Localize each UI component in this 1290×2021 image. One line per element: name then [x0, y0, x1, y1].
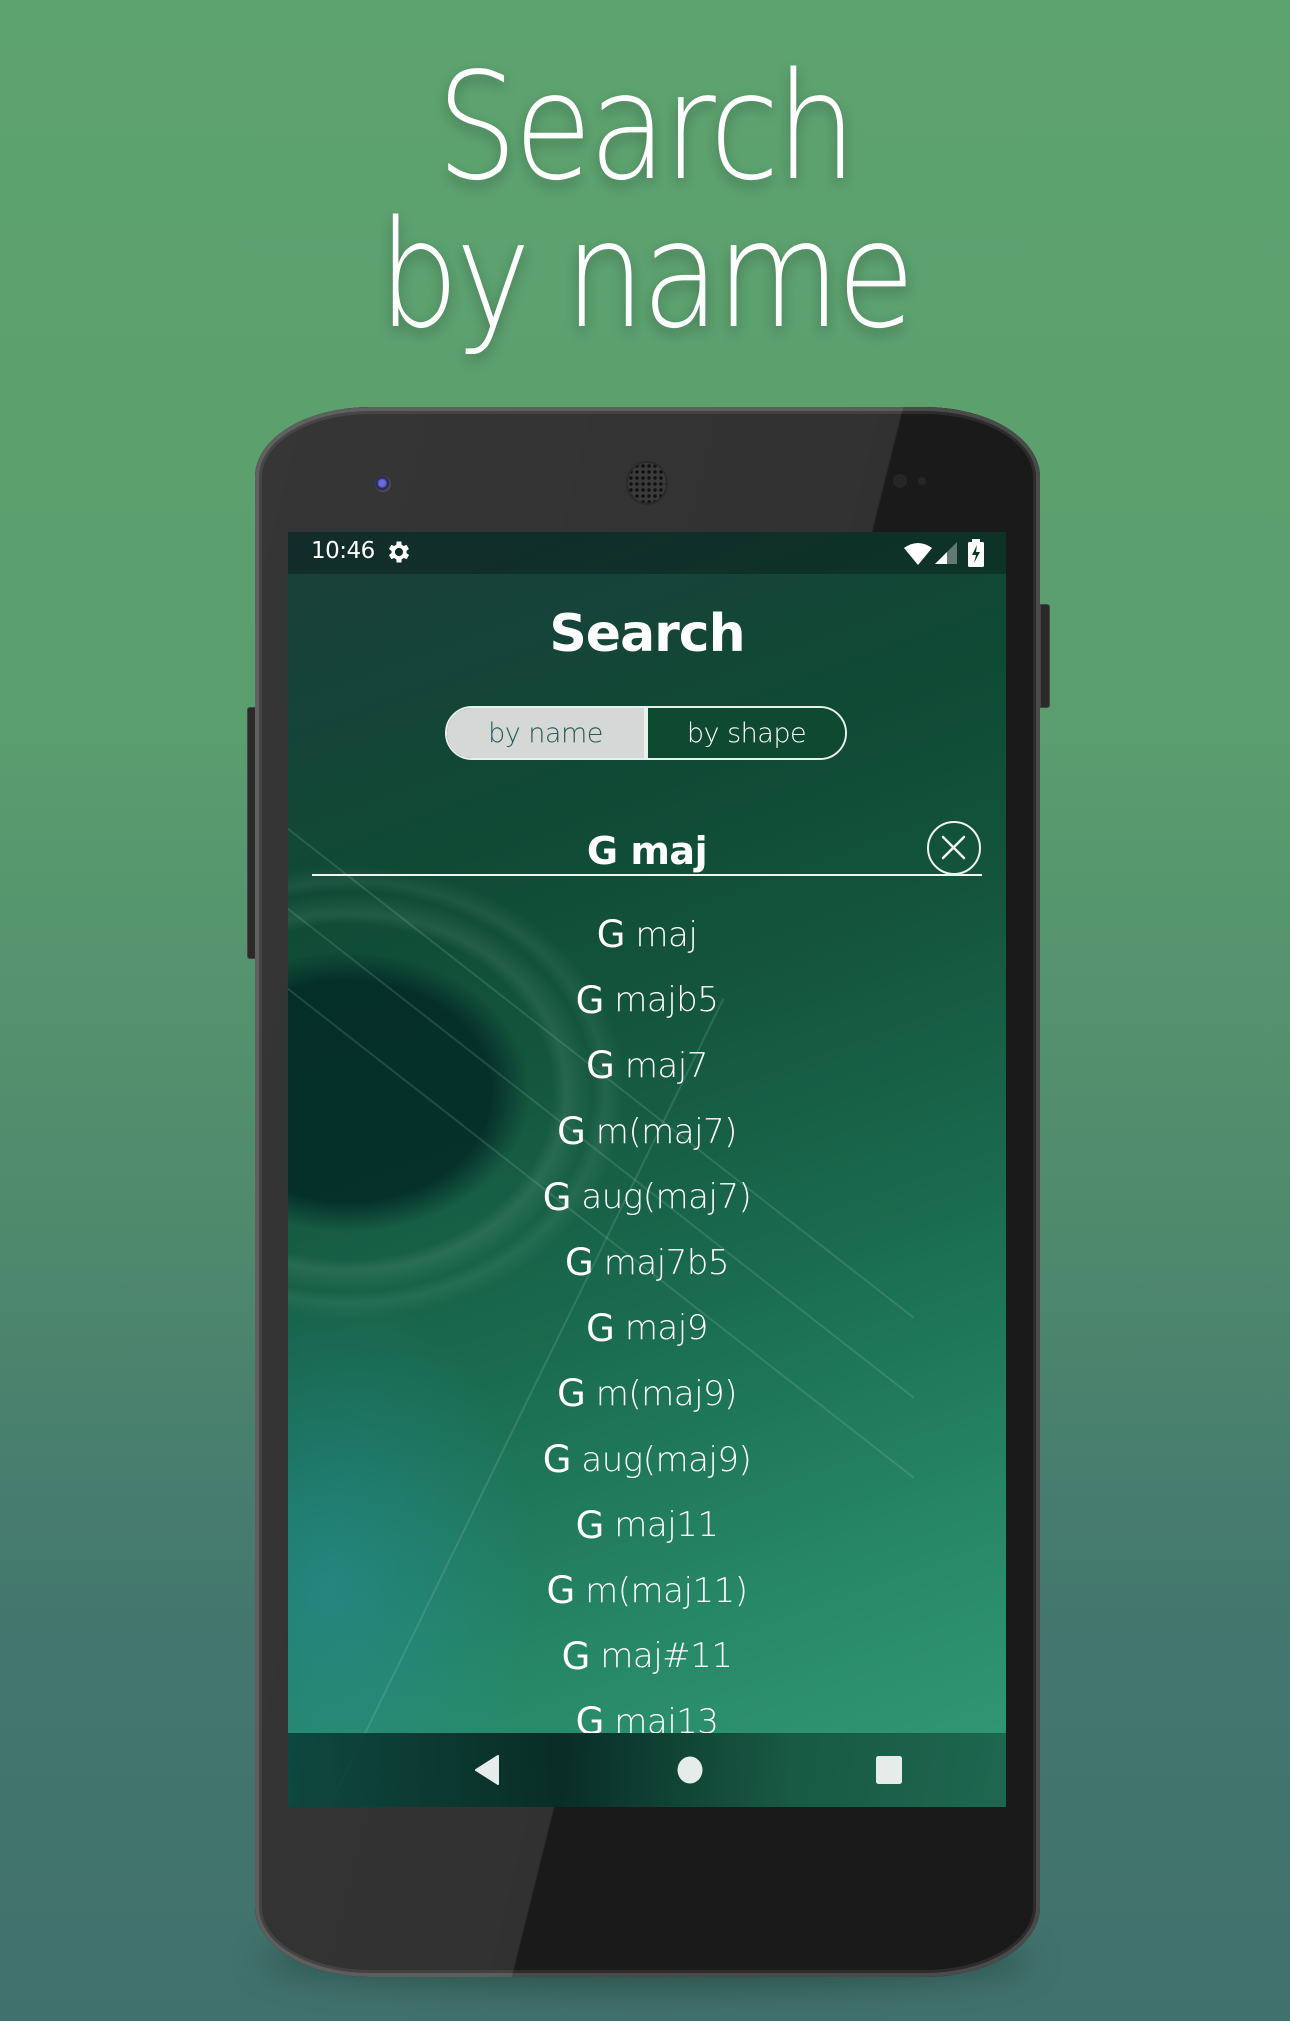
phone-screen: 10:46 Search by name by shape GmajGmajb5…	[288, 532, 1006, 1807]
promo-headline-line2: by name	[378, 189, 915, 361]
promo-headline-line1: Search	[436, 41, 857, 213]
chord-root: G	[586, 1044, 615, 1088]
home-icon	[677, 1756, 703, 1784]
navigation-bar	[288, 1733, 1006, 1807]
chord-suffix: maj7b5	[603, 1242, 730, 1283]
chord-result-item[interactable]: Gmaj11	[288, 1492, 1006, 1558]
status-bar: 10:46	[288, 532, 1006, 574]
chord-root: G	[561, 1634, 591, 1678]
chord-root: G	[586, 1306, 615, 1350]
chord-root: G	[575, 1503, 605, 1547]
chord-result-item[interactable]: Gm(maj11)	[288, 1558, 1006, 1624]
chord-result-item[interactable]: Gaug(maj7)	[288, 1164, 1006, 1230]
battery-charging-icon	[968, 539, 984, 567]
proximity-sensor-icon	[893, 474, 907, 488]
recents-button[interactable]	[844, 1733, 934, 1807]
wifi-icon	[904, 543, 932, 565]
recents-icon	[876, 1756, 902, 1784]
chord-result-item[interactable]: Gmaj7b5	[288, 1230, 1006, 1296]
chord-suffix: maj11	[614, 1505, 719, 1546]
status-time: 10:46	[311, 538, 375, 564]
chord-suffix: maj9	[624, 1308, 709, 1349]
search-mode-toggle: by name by shape	[445, 706, 847, 760]
home-button[interactable]	[645, 1733, 735, 1807]
chord-suffix: maj	[635, 914, 698, 955]
chord-result-item[interactable]: Gmaj9	[288, 1296, 1006, 1362]
power-button	[1040, 604, 1050, 708]
chord-root: G	[575, 978, 605, 1022]
chord-result-item[interactable]: Gaug(maj9)	[288, 1427, 1006, 1493]
light-sensor-icon	[918, 477, 926, 485]
close-circle-icon	[941, 835, 966, 860]
chord-root: G	[557, 1372, 586, 1416]
chord-results-list: Gmaj Gmajb5 Gmaj7 Gm(maj7) Gaug(maj7) Gmaj7b5…	[288, 902, 1006, 1733]
chord-result-item[interactable]: Gm(maj7)	[288, 1099, 1006, 1165]
chord-suffix: aug(maj9)	[581, 1439, 752, 1480]
chord-root: G	[542, 1175, 572, 1219]
tab-by-name[interactable]: by name	[447, 708, 648, 758]
gear-icon	[388, 541, 410, 563]
earpiece-speaker-icon	[628, 463, 666, 503]
chord-suffix: m(maj11)	[585, 1570, 748, 1611]
chord-search-input[interactable]	[312, 834, 982, 876]
chord-suffix: maj#11	[600, 1636, 733, 1677]
chord-suffix: m(maj7)	[595, 1111, 738, 1152]
chord-root: G	[557, 1110, 586, 1154]
chord-result-item[interactable]: Gmaj#11	[288, 1624, 1006, 1690]
signal-icon	[935, 542, 957, 564]
clear-search-button[interactable]	[927, 821, 981, 875]
back-icon	[475, 1755, 499, 1785]
chord-result-item[interactable]: Gmaj7	[288, 1033, 1006, 1099]
chord-root: G	[596, 913, 626, 957]
chord-root: G	[546, 1569, 576, 1613]
front-camera-icon	[375, 476, 391, 492]
chord-result-item[interactable]: Gmajb5	[288, 968, 1006, 1034]
chord-result-item[interactable]: Gmaj13	[288, 1689, 1006, 1733]
chord-suffix: maj13	[614, 1701, 719, 1733]
chord-root: G	[575, 1700, 605, 1733]
page-title: Search	[549, 604, 745, 664]
chord-suffix: aug(maj7)	[581, 1177, 752, 1218]
chord-suffix: maj7	[624, 1045, 709, 1086]
chord-root: G	[542, 1438, 572, 1482]
chord-root: G	[565, 1241, 594, 1285]
chord-suffix: m(maj9)	[595, 1373, 738, 1414]
chord-result-item[interactable]: Gmaj	[288, 902, 1006, 968]
chord-suffix: majb5	[614, 980, 719, 1021]
chord-result-item[interactable]: Gm(maj9)	[288, 1361, 1006, 1427]
tab-by-shape[interactable]: by shape	[648, 708, 845, 758]
back-button[interactable]	[442, 1733, 532, 1807]
